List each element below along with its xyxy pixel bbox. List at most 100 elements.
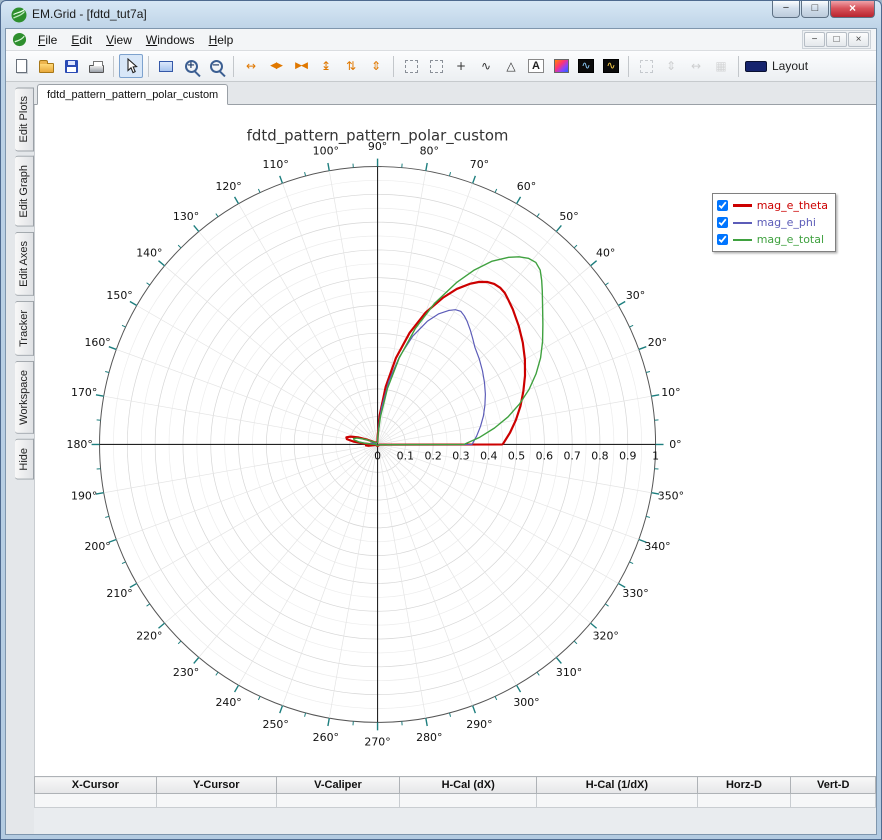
- mdi-child-icon[interactable]: [12, 32, 27, 47]
- legend-line-sample: [733, 222, 752, 224]
- menu-help[interactable]: Help: [202, 31, 241, 49]
- window-body: FileEditViewWindowsHelp −□× +−↔◀▶▶◀↨⇅⇕+∿…: [5, 28, 877, 835]
- grid-box-disabled-icon: ▦: [715, 60, 726, 72]
- tab-fdtd-pattern-pattern-polar-custom[interactable]: fdtd_pattern_pattern_polar_custom: [37, 84, 228, 105]
- dark-plot-alt-icon: ∿: [603, 59, 619, 73]
- toolbar-separator: [393, 56, 394, 77]
- toolbar-separator: [148, 56, 149, 77]
- dark-plot-button[interactable]: ∿: [574, 54, 598, 78]
- legend-checkbox-mag-e-total[interactable]: [717, 234, 728, 245]
- minimize-button[interactable]: −: [772, 1, 800, 18]
- close-button[interactable]: ×: [830, 1, 875, 18]
- zoom-out-button[interactable]: −: [204, 54, 228, 78]
- svg-text:0.3: 0.3: [452, 449, 469, 462]
- mdi-restore-button[interactable]: □: [826, 32, 847, 47]
- toolbar-separator: [628, 56, 629, 77]
- zoom-window-button[interactable]: [154, 54, 178, 78]
- side-tab-tracker[interactable]: Tracker: [15, 301, 34, 356]
- side-tab-edit-axes[interactable]: Edit Axes: [15, 232, 34, 296]
- side-tab-workspace[interactable]: Workspace: [15, 361, 34, 434]
- open-file-icon: [39, 63, 54, 73]
- readout-col-horz-d: Horz-D: [697, 777, 791, 794]
- fit-both-button[interactable]: ⇕: [364, 54, 388, 78]
- zoom-out-icon: −: [210, 60, 223, 73]
- fit-both-icon: ⇕: [371, 60, 381, 72]
- legend-checkbox-mag-e-phi[interactable]: [717, 217, 728, 228]
- fit-vertical-button[interactable]: ↨: [314, 54, 338, 78]
- save-file-button[interactable]: [59, 54, 83, 78]
- svg-text:140°: 140°: [136, 247, 162, 260]
- vertical-fit-disabled-icon: ⇕: [666, 60, 676, 72]
- pan-horizontal-icon: ◀▶: [270, 62, 282, 71]
- shrink-horizontal-button[interactable]: ▶◀: [289, 54, 313, 78]
- side-tab-edit-graph[interactable]: Edit Graph: [15, 156, 34, 227]
- layout-color-swatch[interactable]: [744, 54, 768, 78]
- mdi-close-button[interactable]: ×: [848, 32, 869, 47]
- side-tab-hide[interactable]: Hide: [15, 439, 34, 480]
- side-tab-strip: Edit Plots Edit Graph Edit Axes Tracker Work…: [6, 82, 34, 834]
- zoom-in-icon: +: [185, 60, 198, 73]
- menu-edit[interactable]: Edit: [64, 31, 99, 49]
- svg-text:240°: 240°: [215, 696, 241, 709]
- dark-plot-icon: ∿: [578, 59, 594, 73]
- print-button[interactable]: [84, 54, 108, 78]
- select-region-alt-button[interactable]: [424, 54, 448, 78]
- plot-canvas[interactable]: 0°10°20°30°40°50°60°70°80°90°100°110°120…: [34, 105, 876, 776]
- text-label-button[interactable]: A: [524, 54, 548, 78]
- legend-item-mag-e-theta: mag_e_theta: [717, 197, 828, 214]
- side-tab-edit-plots[interactable]: Edit Plots: [15, 87, 34, 151]
- mdi-minimize-button[interactable]: −: [804, 32, 825, 47]
- readout-value-cell: [35, 794, 157, 808]
- zoom-window-icon: [159, 61, 173, 72]
- fit-horizontal-button[interactable]: ↔: [239, 54, 263, 78]
- new-file-button[interactable]: [9, 54, 33, 78]
- svg-text:0.1: 0.1: [397, 449, 414, 462]
- pointer-tool-icon: [125, 58, 138, 74]
- svg-text:10°: 10°: [661, 386, 680, 399]
- pan-vertical-button[interactable]: ⇅: [339, 54, 363, 78]
- crosshair-button[interactable]: +: [449, 54, 473, 78]
- svg-text:0.5: 0.5: [508, 449, 525, 462]
- dark-plot-alt-button[interactable]: ∿: [599, 54, 623, 78]
- fit-vertical-icon: ↨: [321, 60, 331, 72]
- horizontal-fit-disabled-icon: ↔: [691, 60, 701, 72]
- pan-horizontal-button[interactable]: ◀▶: [264, 54, 288, 78]
- select-region-button[interactable]: [399, 54, 423, 78]
- horizontal-fit-disabled-button: ↔: [684, 54, 708, 78]
- legend-checkbox-mag-e-theta[interactable]: [717, 200, 728, 211]
- mdi-controls: −□×: [802, 30, 871, 49]
- svg-text:300°: 300°: [513, 696, 539, 709]
- maximize-button[interactable]: □: [801, 1, 829, 18]
- marker-button[interactable]: △: [499, 54, 523, 78]
- zoom-in-button[interactable]: +: [179, 54, 203, 78]
- readout-col-h-cal-1-dx: H-Cal (1/dX): [537, 777, 697, 794]
- new-file-icon: [16, 59, 27, 73]
- open-file-button[interactable]: [34, 54, 58, 78]
- svg-text:40°: 40°: [596, 247, 615, 260]
- svg-text:30°: 30°: [626, 289, 645, 302]
- readout-value-cell: [276, 794, 399, 808]
- content-area: fdtd_pattern_pattern_polar_custom 0°10°2…: [34, 82, 876, 834]
- menu-windows[interactable]: Windows: [139, 31, 202, 49]
- titlebar[interactable]: EM.Grid - [fdtd_tut7a] − □ ×: [5, 1, 877, 28]
- svg-text:130°: 130°: [173, 210, 199, 223]
- menu-view[interactable]: View: [99, 31, 139, 49]
- readout-col-v-caliper: V-Caliper: [276, 777, 399, 794]
- svg-text:0.4: 0.4: [480, 449, 497, 462]
- menu-file[interactable]: File: [31, 31, 64, 49]
- svg-text:60°: 60°: [517, 180, 536, 193]
- svg-text:0: 0: [374, 449, 381, 462]
- toolbar-separator: [113, 56, 114, 77]
- svg-text:260°: 260°: [313, 731, 339, 744]
- colormap-button[interactable]: [549, 54, 573, 78]
- svg-text:340°: 340°: [644, 540, 670, 553]
- svg-text:180°: 180°: [67, 438, 93, 451]
- svg-text:270°: 270°: [364, 736, 390, 749]
- pointer-tool-button[interactable]: [119, 54, 143, 78]
- caption-buttons: − □ ×: [772, 1, 875, 18]
- legend-item-mag-e-phi: mag_e_phi: [717, 214, 828, 231]
- readout-value-cell: [400, 794, 537, 808]
- svg-text:350°: 350°: [658, 490, 684, 503]
- pan-vertical-icon: ⇅: [346, 60, 356, 72]
- trace-cursor-button[interactable]: ∿: [474, 54, 498, 78]
